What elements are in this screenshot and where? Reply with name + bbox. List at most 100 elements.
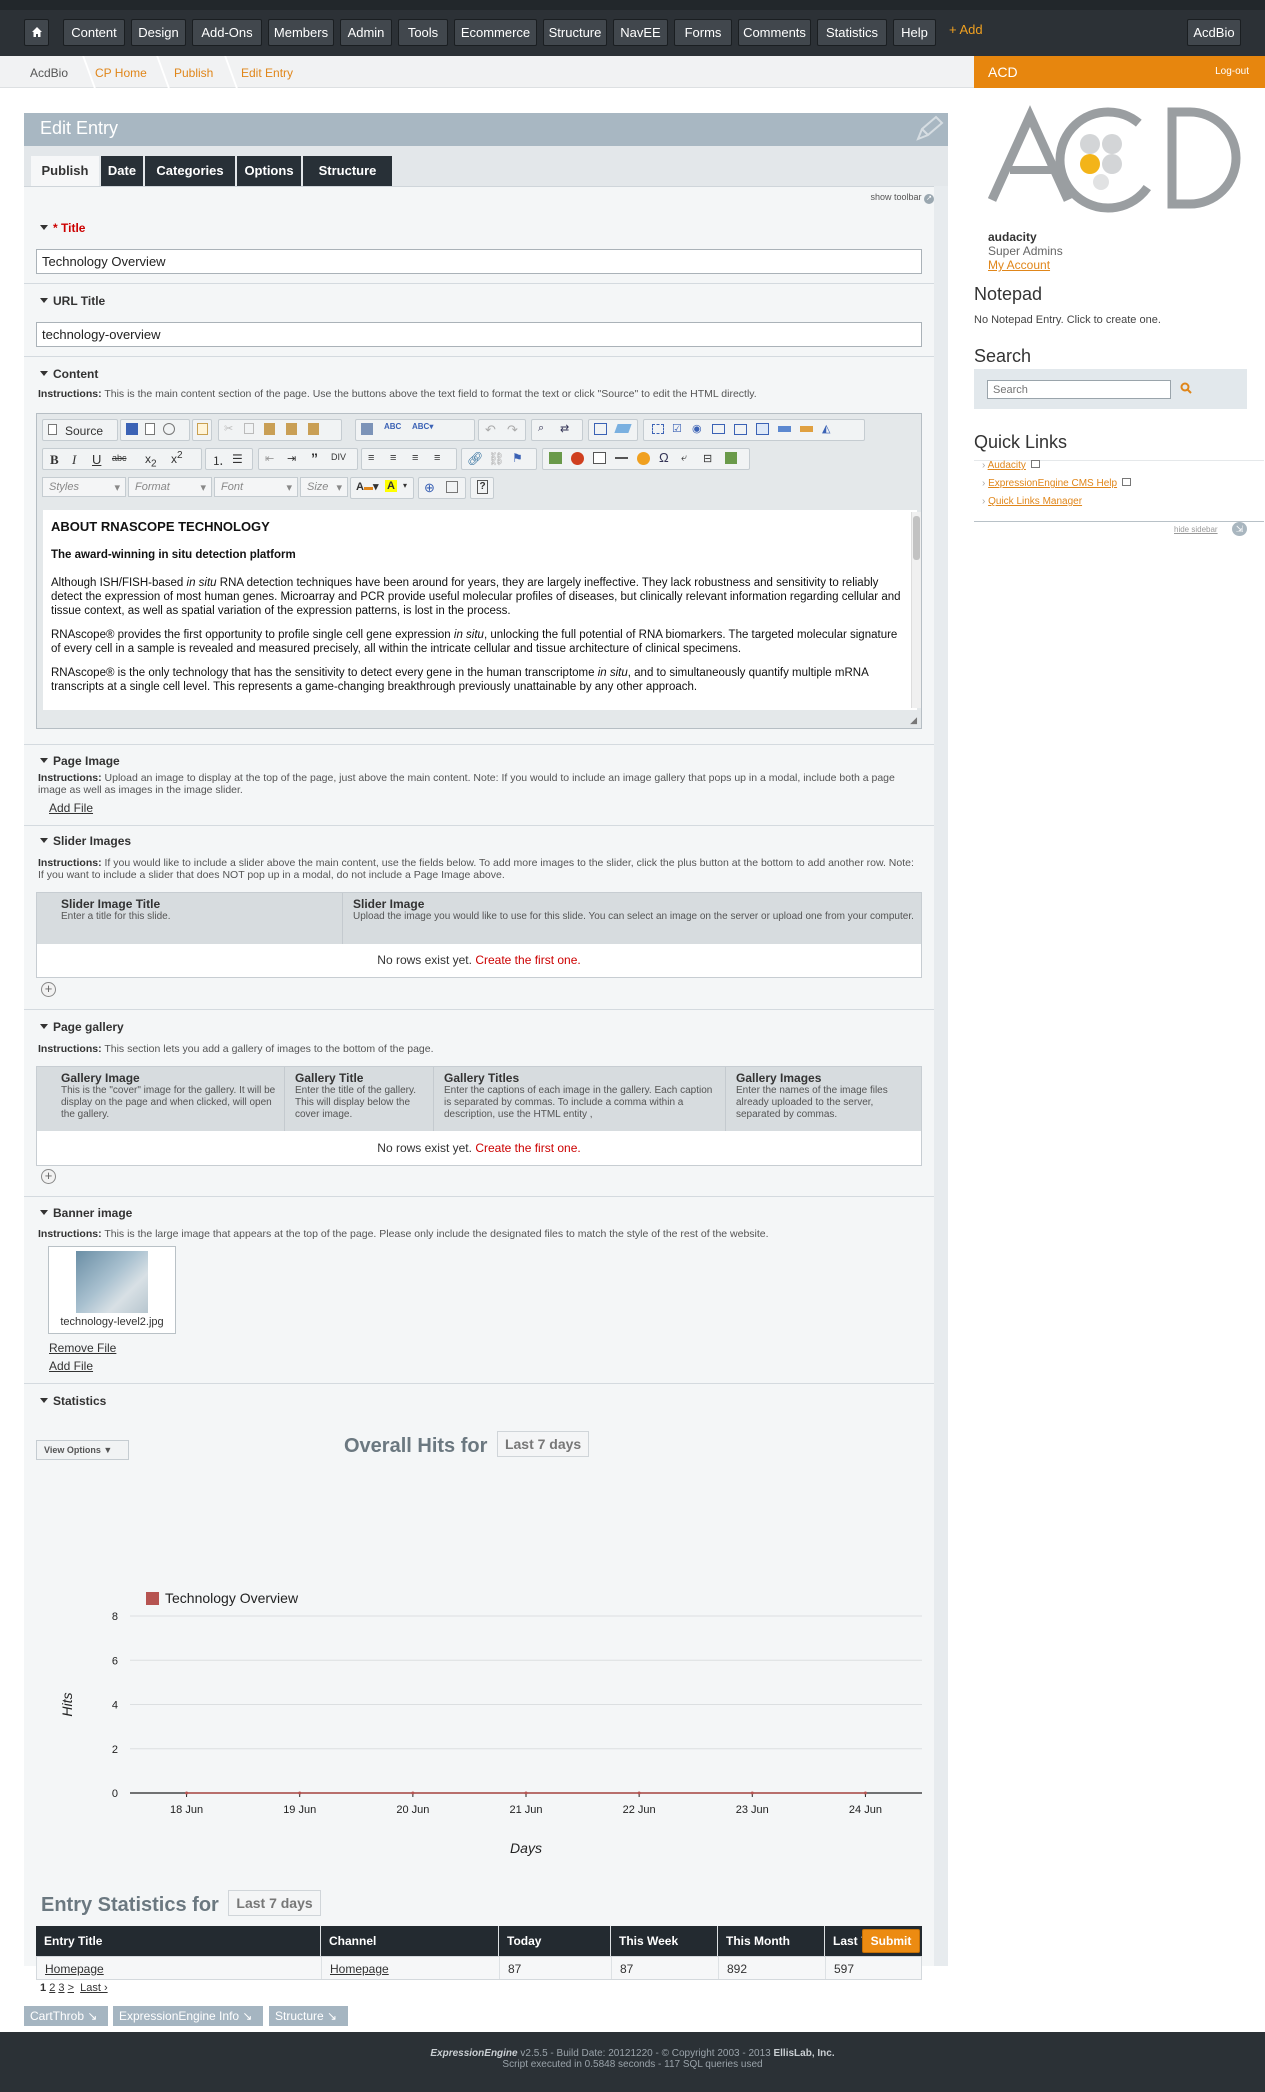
- tab-publish[interactable]: Publish: [31, 156, 99, 186]
- format-select[interactable]: Format ▾: [128, 477, 212, 497]
- structure-link[interactable]: Structure ↘: [269, 2006, 348, 2026]
- superscript-icon[interactable]: x2: [171, 450, 183, 466]
- my-account-link[interactable]: My Account: [988, 258, 1050, 272]
- page-break-icon[interactable]: ⤶: [681, 452, 687, 465]
- nav-add-ons[interactable]: Add-Ons: [192, 19, 262, 46]
- scrollbar-thumb[interactable]: [913, 516, 920, 560]
- create-first-row-link[interactable]: Create the first one.: [475, 953, 580, 967]
- remove-file-link[interactable]: Remove File: [49, 1341, 116, 1355]
- textarea-icon[interactable]: [734, 424, 747, 435]
- logout-link[interactable]: Log-out: [1215, 66, 1249, 77]
- print-icon[interactable]: [361, 423, 373, 435]
- select-all-icon[interactable]: [594, 423, 607, 435]
- smiley-icon[interactable]: [637, 452, 650, 465]
- image-button-icon[interactable]: [800, 426, 813, 432]
- notepad-text[interactable]: No Notepad Entry. Click to create one.: [974, 314, 1161, 326]
- text-color-icon[interactable]: A ▾: [356, 480, 378, 493]
- hidden-field-icon[interactable]: ◭: [822, 422, 830, 435]
- submit-button[interactable]: Submit: [862, 1929, 920, 1953]
- paste-text-icon[interactable]: [286, 423, 297, 435]
- column-header[interactable]: Entry Title: [36, 1926, 321, 1956]
- page-link[interactable]: 3: [58, 1982, 64, 1994]
- div-container-icon[interactable]: DIV: [331, 452, 346, 462]
- nav-forms[interactable]: Forms: [674, 19, 732, 46]
- page-link[interactable]: 2: [49, 1982, 55, 1994]
- title-input[interactable]: Technology Overview: [36, 249, 922, 274]
- banner-file-thumbnail[interactable]: technology-level2.jpg: [48, 1246, 176, 1334]
- preview-icon[interactable]: [163, 423, 175, 435]
- search-icon[interactable]: [1180, 382, 1192, 397]
- editor-content[interactable]: ABOUT RNASCOPE TECHNOLOGY The award-winn…: [43, 510, 917, 710]
- unlink-icon[interactable]: ⛓: [488, 451, 505, 467]
- button-icon[interactable]: [778, 426, 791, 432]
- editor-scrollbar[interactable]: [911, 512, 921, 708]
- nav-content[interactable]: Content: [63, 19, 125, 46]
- image-icon[interactable]: [549, 452, 562, 464]
- entry-stats-period-select[interactable]: Last 7 days: [228, 1890, 321, 1916]
- table-icon[interactable]: [593, 452, 606, 464]
- ee-info-link[interactable]: ExpressionEngine Info ↘: [113, 2006, 263, 2026]
- maximize-icon[interactable]: ⊕: [424, 480, 435, 496]
- redo-icon[interactable]: ↷: [507, 422, 518, 438]
- nav-statistics[interactable]: Statistics: [817, 19, 887, 46]
- search-input[interactable]: [987, 380, 1171, 399]
- nav-structure[interactable]: Structure: [543, 19, 607, 46]
- paste-word-icon[interactable]: [308, 423, 319, 435]
- templates-button[interactable]: [192, 419, 212, 441]
- size-select[interactable]: Size ▾: [300, 477, 348, 497]
- column-header[interactable]: Channel: [321, 1926, 499, 1956]
- align-center-icon[interactable]: ≡: [390, 452, 396, 464]
- resize-handle-icon[interactable]: ◢: [910, 715, 917, 726]
- styles-select[interactable]: Styles ▾: [42, 477, 126, 497]
- nav-tools[interactable]: Tools: [398, 19, 448, 46]
- url-title-input[interactable]: technology-overview: [36, 322, 922, 347]
- column-header[interactable]: This Week: [611, 1926, 718, 1956]
- form-icon[interactable]: [652, 424, 664, 434]
- undo-icon[interactable]: ↶: [485, 422, 496, 438]
- view-options-button[interactable]: View Options ▼: [36, 1440, 129, 1460]
- channel-link[interactable]: Homepage: [330, 1962, 389, 1976]
- show-toolbar-link[interactable]: show toolbar ↗: [870, 192, 934, 204]
- spellcheck-icon[interactable]: ABC: [384, 422, 401, 431]
- select-field-icon[interactable]: [756, 423, 769, 435]
- italic-icon[interactable]: I: [72, 452, 76, 468]
- link-icon[interactable]: 🔗︎: [467, 451, 484, 467]
- show-blocks-icon[interactable]: [446, 481, 458, 493]
- spellcheck-as-you-type-icon[interactable]: ABC▾: [412, 422, 433, 431]
- tab-date[interactable]: Date: [101, 156, 143, 186]
- tab-structure[interactable]: Structure: [303, 156, 392, 186]
- home-icon[interactable]: [24, 19, 49, 46]
- paste-icon[interactable]: [264, 423, 275, 435]
- ordered-list-icon[interactable]: ⒈: [212, 452, 224, 469]
- blockquote-icon[interactable]: ”: [311, 450, 318, 466]
- nav-help[interactable]: Help: [893, 19, 936, 46]
- about-button[interactable]: ?: [470, 477, 494, 499]
- hits-period-select[interactable]: Last 7 days: [496, 1431, 590, 1457]
- image-gallery-icon[interactable]: [725, 452, 737, 464]
- horizontal-rule-icon[interactable]: [615, 457, 628, 459]
- add-link[interactable]: + Add: [949, 22, 983, 37]
- checkbox-icon[interactable]: ☑: [672, 422, 682, 435]
- nav-admin[interactable]: Admin: [340, 19, 392, 46]
- cut-icon[interactable]: ✂: [224, 422, 233, 435]
- bold-icon[interactable]: B: [50, 452, 59, 468]
- nav-members[interactable]: Members: [268, 19, 334, 46]
- add-row-icon[interactable]: +: [41, 982, 56, 997]
- new-page-icon[interactable]: [145, 423, 155, 435]
- hide-sidebar-link[interactable]: hide sidebar: [1174, 525, 1218, 534]
- outdent-icon[interactable]: ⇤: [265, 452, 274, 465]
- last-page-link[interactable]: Last ›: [80, 1982, 108, 1994]
- cartthrob-link[interactable]: CartThrob ↘: [24, 2006, 108, 2026]
- tab-options[interactable]: Options: [237, 156, 301, 186]
- breadcrumb-site[interactable]: AcdBio: [30, 66, 68, 80]
- tab-categories[interactable]: Categories: [145, 156, 235, 186]
- create-first-row-link[interactable]: Create the first one.: [475, 1141, 580, 1155]
- textfield-icon[interactable]: [712, 424, 725, 434]
- replace-icon[interactable]: ⇄: [560, 422, 569, 435]
- iframe-icon[interactable]: ⊟: [703, 452, 712, 465]
- justify-icon[interactable]: ≡: [434, 452, 440, 464]
- breadcrumb-publish[interactable]: Publish: [174, 66, 213, 80]
- nav-ecommerce[interactable]: Ecommerce: [454, 19, 537, 46]
- page-image-add-file-link[interactable]: Add File: [49, 801, 93, 815]
- remove-format-icon[interactable]: [614, 424, 632, 433]
